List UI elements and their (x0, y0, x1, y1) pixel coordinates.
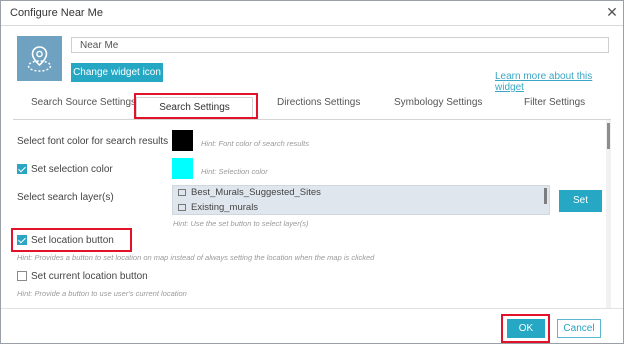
search-layers-label: Select search layer(s) (17, 192, 114, 203)
layer-item-best-murals[interactable]: Best_Murals_Suggested_Sites (178, 187, 321, 198)
layer-name: Existing_murals (191, 202, 259, 213)
layer-list-scrollbar[interactable] (544, 188, 547, 204)
layer-item-existing-murals[interactable]: Existing_murals (178, 202, 258, 213)
cancel-button[interactable]: Cancel (557, 319, 601, 338)
footer-divider (1, 308, 623, 309)
configure-dialog: Configure Near Me ✕ Change widget icon L… (0, 0, 624, 344)
tab-filter-settings[interactable]: Filter Settings (524, 97, 585, 108)
selection-color-swatch[interactable] (172, 158, 193, 179)
widget-name-input[interactable] (71, 37, 609, 53)
tabs-baseline (13, 119, 611, 120)
settings-scrollbar-thumb[interactable] (607, 123, 610, 149)
font-color-label: Select font color for search results (17, 136, 169, 147)
location-pin-icon[interactable] (17, 36, 62, 81)
selection-color-label: Set selection color (31, 164, 113, 175)
highlight-ok-button (501, 314, 550, 343)
font-color-swatch[interactable] (172, 130, 193, 151)
selection-color-hint: Hint: Selection color (201, 167, 268, 176)
highlight-location-button (11, 228, 132, 252)
tab-directions-settings[interactable]: Directions Settings (277, 97, 360, 108)
layer-name: Best_Murals_Suggested_Sites (191, 187, 321, 198)
dialog-titlebar: Configure Near Me ✕ (1, 1, 623, 25)
title-divider (1, 25, 623, 26)
set-layers-button[interactable]: Set (559, 190, 602, 212)
highlight-tab-search-settings (134, 93, 258, 119)
learn-more-link[interactable]: Learn more about this widget (495, 71, 623, 93)
font-color-hint: Hint: Font color of search results (201, 139, 309, 148)
layer-icon (178, 203, 186, 211)
location-button-hint: Hint: Provides a button to set location … (17, 253, 375, 262)
search-layer-list[interactable]: Best_Murals_Suggested_Sites Existing_mur… (172, 185, 550, 215)
change-widget-icon-button[interactable]: Change widget icon (71, 63, 163, 82)
tab-symbology-settings[interactable]: Symbology Settings (394, 97, 482, 108)
layer-icon (178, 188, 186, 196)
search-layers-hint: Hint: Use the set button to select layer… (173, 219, 309, 228)
current-location-checkbox[interactable] (17, 271, 27, 281)
tab-search-source-settings[interactable]: Search Source Settings (31, 97, 136, 108)
current-location-hint: Hint: Provide a button to use user's cur… (17, 289, 187, 298)
selection-color-checkbox[interactable] (17, 164, 27, 174)
close-icon[interactable]: ✕ (604, 4, 620, 20)
dialog-title: Configure Near Me (10, 7, 103, 19)
current-location-label: Set current location button (31, 271, 148, 282)
